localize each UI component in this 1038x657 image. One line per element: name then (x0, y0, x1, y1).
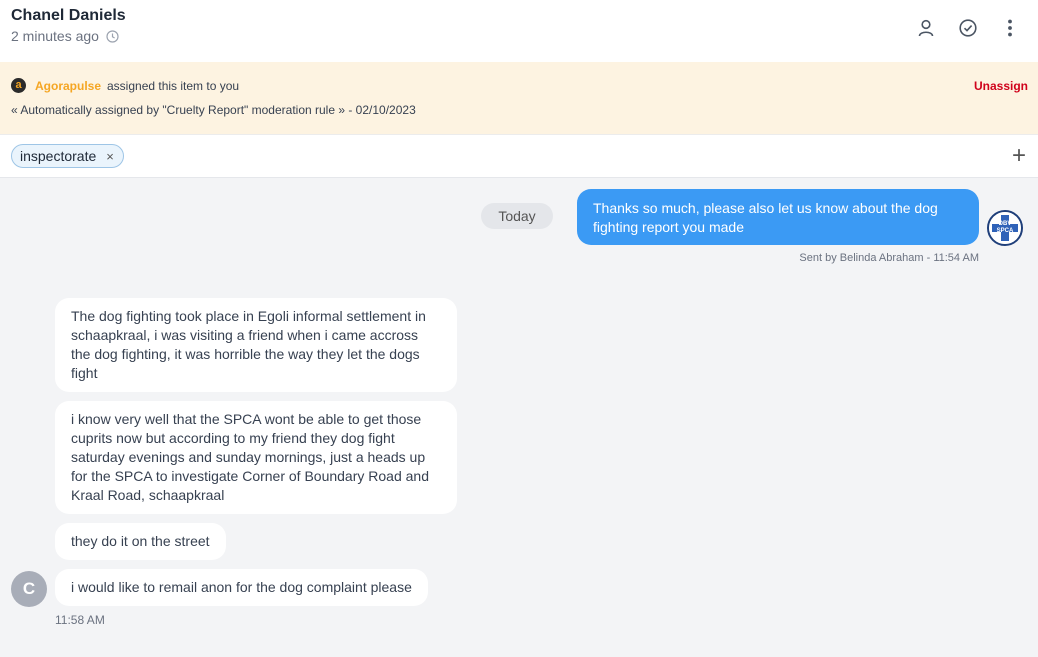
tags-bar (0, 134, 1038, 178)
assigner-name: Agorapulse (35, 79, 102, 93)
auto-assign-rule-text: « Automatically assigned by "Cruelty Rep… (11, 103, 416, 117)
remove-tag-icon[interactable]: × (106, 149, 114, 164)
timestamp-row: 2 minutes ago (11, 28, 119, 44)
incoming-message: they do it on the street (55, 523, 226, 560)
tag-label: inspectorate (20, 148, 97, 164)
brand-avatar: DBV SPCA (987, 210, 1023, 246)
unassign-button[interactable]: Unassign (974, 79, 1028, 93)
clock-icon (106, 29, 119, 43)
incoming-message: The dog fighting took place in Egoli inf… (55, 298, 457, 392)
incoming-timestamp: 11:58 AM (55, 613, 105, 627)
time-ago: 2 minutes ago (11, 28, 99, 44)
assignment-banner (0, 62, 1038, 134)
brand-avatar-text: DBV SPCA (989, 212, 1021, 244)
outgoing-message: Thanks so much, please also let us know … (577, 189, 979, 245)
add-tag-button[interactable]: + (1012, 144, 1026, 168)
brand-avatar-line-2: SPCA (996, 228, 1014, 234)
assignment-message: assigned this item to you (107, 79, 240, 93)
incoming-message: i would like to remail anon for the dog … (55, 569, 428, 606)
check-circle-icon[interactable] (958, 18, 978, 38)
date-divider: Today (481, 203, 553, 229)
brand-avatar-line-1: DBV (998, 221, 1012, 227)
user-icon[interactable] (916, 18, 936, 38)
incoming-message: i know very well that the SPCA wont be a… (55, 401, 457, 514)
conversation-header: Chanel Daniels 2 minutes ago (0, 0, 1038, 62)
agorapulse-logo-icon: a (11, 78, 26, 93)
contact-name[interactable]: Chanel Daniels (11, 7, 126, 25)
tag-chip[interactable]: inspectorate × (11, 144, 124, 168)
sent-by-label: Sent by Belinda Abraham - 11:54 AM (799, 252, 979, 264)
more-vertical-icon[interactable] (1000, 18, 1020, 38)
contact-avatar[interactable]: C (11, 571, 47, 607)
